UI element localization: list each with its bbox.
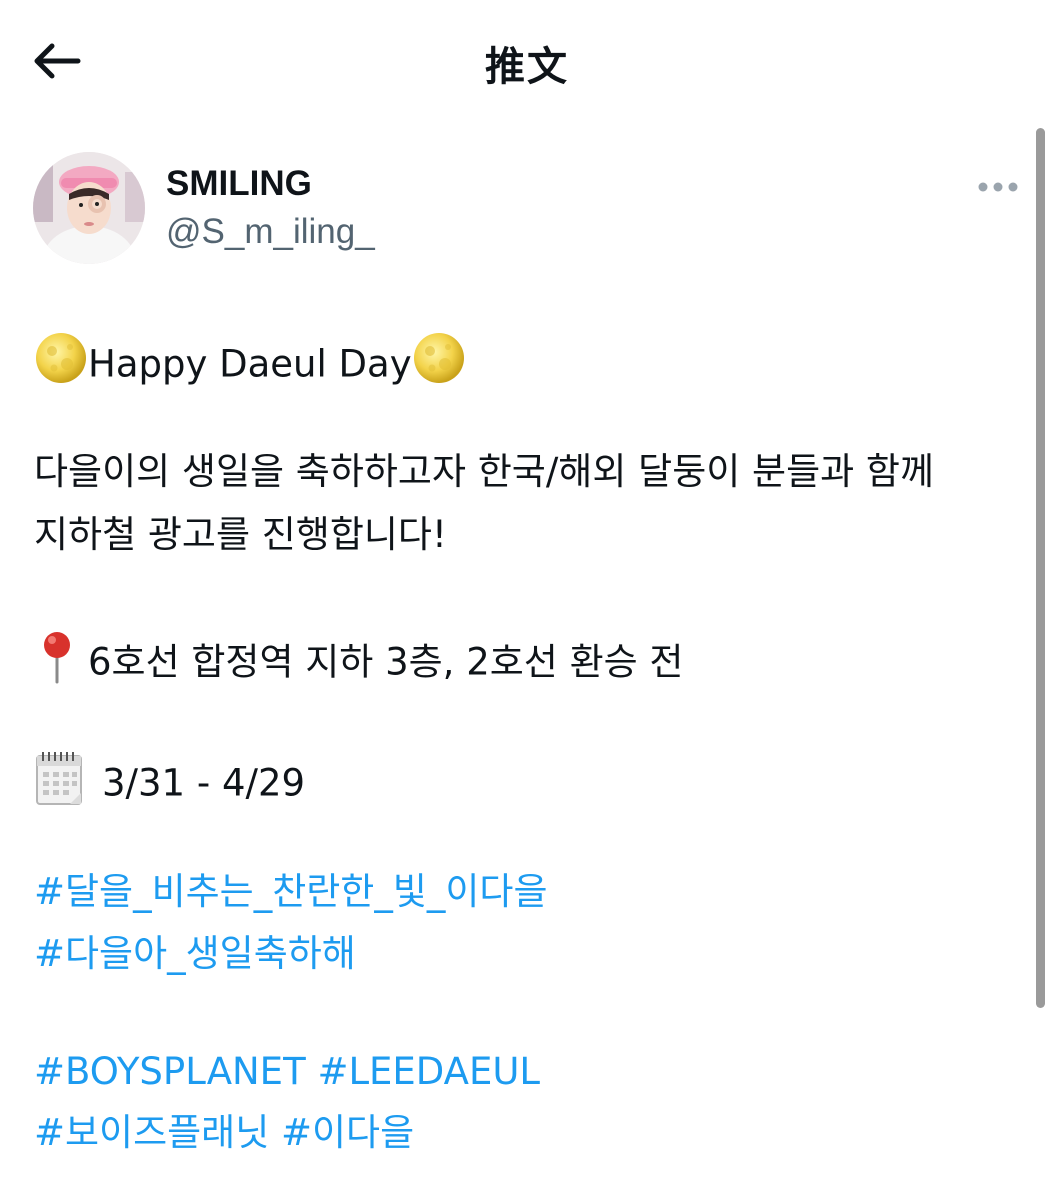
tweet-headline-line: Happy Daeul Day — [34, 331, 466, 398]
more-horizontal-icon — [978, 182, 1018, 192]
tweet-body-line-1: 다을이의 생일을 축하하고자 한국/해외 달둥이 분들과 함께 — [34, 450, 934, 493]
hashtag-link[interactable]: #보이즈플래닛 — [34, 1111, 269, 1154]
spiral-calendar-icon — [34, 750, 84, 816]
scrollbar[interactable] — [1036, 128, 1045, 1008]
hashtag-line: #달을_비추는_찬란한_빛_이다을 — [34, 870, 547, 914]
page-title: 推文 — [485, 44, 569, 90]
top-bar: 推文 — [0, 0, 1054, 120]
tweet-location-line: 6호선 합정역 지하 3층, 2호선 환승 전 — [34, 632, 683, 696]
round-pushpin-icon — [34, 630, 80, 694]
author-display-name[interactable]: SMILING — [166, 164, 312, 204]
tweet-dates-line: 3/31 - 4/29 — [34, 752, 305, 818]
full-moon-icon — [34, 331, 88, 395]
author-handle[interactable]: @S_m_iling_ — [166, 212, 375, 252]
tweet-headline: Happy Daeul Day — [88, 342, 412, 386]
hashtag-link[interactable]: #LEEDAEUL — [317, 1050, 540, 1093]
avatar[interactable] — [33, 152, 145, 264]
hashtag-link[interactable]: #다을아_생일축하해 — [34, 932, 356, 975]
hashtag-link[interactable]: #이다을 — [281, 1111, 414, 1154]
hashtag-line: #보이즈플래닛 #이다을 — [34, 1111, 414, 1155]
tweet-location: 6호선 합정역 지하 3층, 2호선 환승 전 — [88, 640, 684, 684]
hashtag-link[interactable]: #달을_비추는_찬란한_빛_이다을 — [34, 870, 547, 913]
hashtag-line: #다을아_생일축하해 — [34, 932, 356, 976]
hashtag-link[interactable]: #BOYSPLANET — [34, 1050, 306, 1093]
more-options-button[interactable] — [972, 170, 1024, 204]
full-moon-icon — [412, 331, 466, 395]
tweet-body-line-2: 지하철 광고를 진행합니다! — [34, 513, 447, 556]
hashtag-line: #BOYSPLANET #LEEDAEUL — [34, 1050, 540, 1094]
tweet-dates: 3/31 - 4/29 — [102, 761, 306, 805]
avatar-image — [33, 152, 145, 264]
